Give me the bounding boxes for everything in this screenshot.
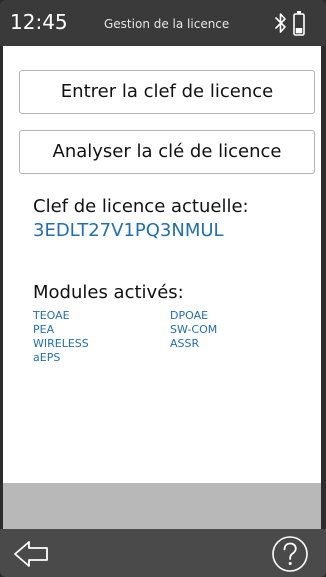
module-item: SW-COM — [170, 323, 218, 336]
back-arrow-icon[interactable] — [12, 537, 52, 571]
bluetooth-icon — [275, 13, 286, 33]
scan-license-key-button[interactable]: Analyser la clé de licence — [19, 130, 315, 174]
battery-icon — [293, 11, 305, 36]
module-item: ASSR — [170, 337, 200, 350]
clock-time: 12:45 — [10, 10, 68, 34]
module-item: PEA — [33, 323, 55, 336]
current-license-key: 3EDLT27V1PQ3NMUL — [33, 220, 224, 241]
current-license-label: Clef de licence actuelle: — [33, 196, 249, 217]
license-content-panel: Entrer la clef de licence Analyser la cl… — [3, 46, 321, 483]
help-icon[interactable] — [270, 534, 310, 574]
device-screen: 12:45 Gestion de la licence Entrer la cl… — [0, 0, 326, 577]
module-item: WIRELESS — [33, 337, 89, 350]
module-item: DPOAE — [170, 309, 209, 322]
bottom-gray-bar — [3, 483, 321, 529]
active-modules-label: Modules activés: — [33, 282, 184, 303]
module-item: TEOAE — [33, 309, 70, 322]
status-bar: 12:45 Gestion de la licence — [0, 0, 326, 46]
navigation-bar — [0, 529, 326, 577]
module-item: aEPS — [33, 351, 61, 364]
enter-license-key-button[interactable]: Entrer la clef de licence — [19, 70, 315, 114]
screen-title: Gestion de la licence — [104, 17, 230, 31]
